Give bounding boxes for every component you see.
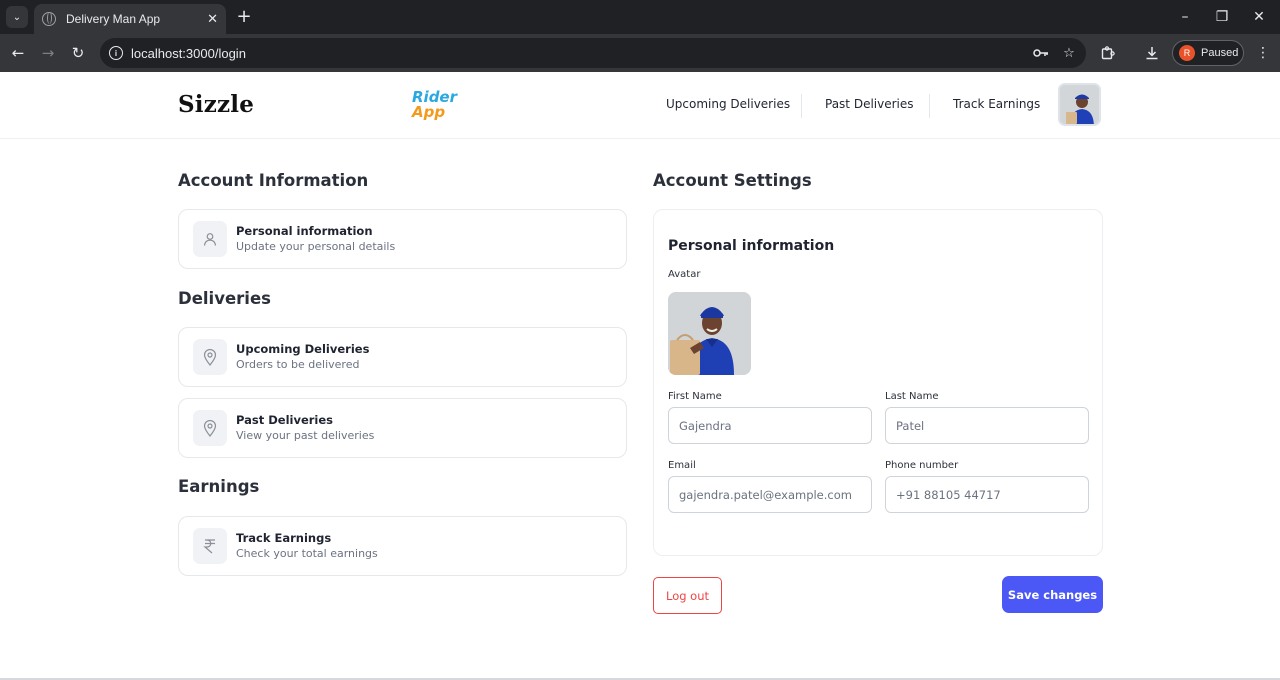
profile-status: Paused [1201, 47, 1239, 59]
rupee-icon [193, 528, 227, 564]
browser-tab[interactable]: Delivery Man App ✕ [34, 4, 226, 34]
account-settings-panel: Personal information Avatar First Name L… [653, 209, 1103, 556]
tab-search-chevron-icon[interactable]: ⌄ [6, 6, 28, 28]
map-pin-icon [193, 410, 227, 446]
nav-divider [801, 94, 802, 118]
card-subtitle: View your past deliveries [236, 429, 375, 442]
earnings-title: Earnings [178, 477, 260, 496]
card-title: Upcoming Deliveries [236, 342, 370, 356]
new-tab-plus-icon[interactable]: + [234, 5, 254, 27]
close-window-icon[interactable]: ✕ [1248, 6, 1270, 28]
extensions-puzzle-icon[interactable] [1097, 42, 1119, 64]
card-title: Personal information [236, 224, 373, 238]
first-name-label: First Name [668, 391, 722, 402]
card-subtitle: Check your total earnings [236, 547, 378, 560]
phone-field[interactable] [885, 476, 1089, 513]
password-key-icon[interactable] [1030, 42, 1052, 64]
forward-arrow-icon[interactable]: → [37, 42, 59, 64]
tab-title: Delivery Man App [66, 12, 161, 26]
logout-button[interactable]: Log out [653, 577, 722, 614]
panel-heading: Personal information [668, 238, 835, 254]
nav-upcoming-deliveries[interactable]: Upcoming Deliveries [666, 97, 790, 111]
email-field[interactable] [668, 476, 872, 513]
reload-icon[interactable]: ↻ [67, 42, 89, 64]
deliveries-title: Deliveries [178, 289, 271, 308]
card-title: Past Deliveries [236, 413, 334, 427]
last-name-label: Last Name [885, 391, 939, 402]
restore-icon[interactable]: ❐ [1211, 6, 1233, 28]
rider-app-logo: Rider App [411, 88, 459, 121]
more-menu-icon[interactable]: ⋮ [1252, 42, 1274, 64]
account-settings-title: Account Settings [653, 171, 812, 190]
nav-divider [929, 94, 930, 118]
upcoming-deliveries-card[interactable]: Upcoming Deliveries Orders to be deliver… [178, 327, 627, 387]
close-tab-icon[interactable]: ✕ [207, 12, 218, 27]
first-name-field[interactable] [668, 407, 872, 444]
profile-chip[interactable]: R Paused [1172, 40, 1244, 66]
user-avatar[interactable] [1058, 83, 1101, 126]
map-pin-icon [193, 339, 227, 375]
personal-information-card[interactable]: Personal information Update your persona… [178, 209, 627, 269]
download-icon[interactable] [1141, 42, 1163, 64]
nav-track-earnings[interactable]: Track Earnings [953, 97, 1040, 111]
user-icon [193, 221, 227, 257]
past-deliveries-card[interactable]: Past Deliveries View your past deliverie… [178, 398, 627, 458]
avatar-image[interactable] [668, 292, 751, 375]
browser-tab-bar: ⌄ Delivery Man App ✕ + – ❐ ✕ [0, 0, 1280, 34]
email-label: Email [668, 460, 696, 471]
app-header: Sizzle Rider App Upcoming Deliveries Pas… [0, 72, 1280, 139]
phone-label: Phone number [885, 460, 959, 471]
site-info-icon[interactable]: i [109, 46, 123, 60]
logo-line2: App [411, 103, 445, 121]
address-bar[interactable]: i localhost:3000/login ☆ [100, 38, 1086, 68]
save-changes-button[interactable]: Save changes [1002, 576, 1103, 613]
nav-past-deliveries[interactable]: Past Deliveries [825, 97, 914, 111]
profile-avatar: R [1179, 45, 1195, 61]
globe-icon [42, 12, 56, 26]
minimize-icon[interactable]: – [1174, 6, 1196, 28]
track-earnings-card[interactable]: Track Earnings Check your total earnings [178, 516, 627, 576]
browser-toolbar: ← → ↻ i localhost:3000/login ☆ ⋮ [0, 34, 1280, 72]
brand-logo-text[interactable]: Sizzle [178, 91, 254, 118]
card-subtitle: Orders to be delivered [236, 358, 360, 371]
last-name-field[interactable] [885, 407, 1089, 444]
avatar-label: Avatar [668, 269, 701, 280]
url-text[interactable]: localhost:3000/login [131, 46, 1030, 61]
account-information-title: Account Information [178, 171, 369, 190]
back-arrow-icon[interactable]: ← [7, 42, 29, 64]
card-subtitle: Update your personal details [236, 240, 396, 253]
bookmark-star-icon[interactable]: ☆ [1058, 42, 1080, 64]
card-title: Track Earnings [236, 531, 332, 545]
